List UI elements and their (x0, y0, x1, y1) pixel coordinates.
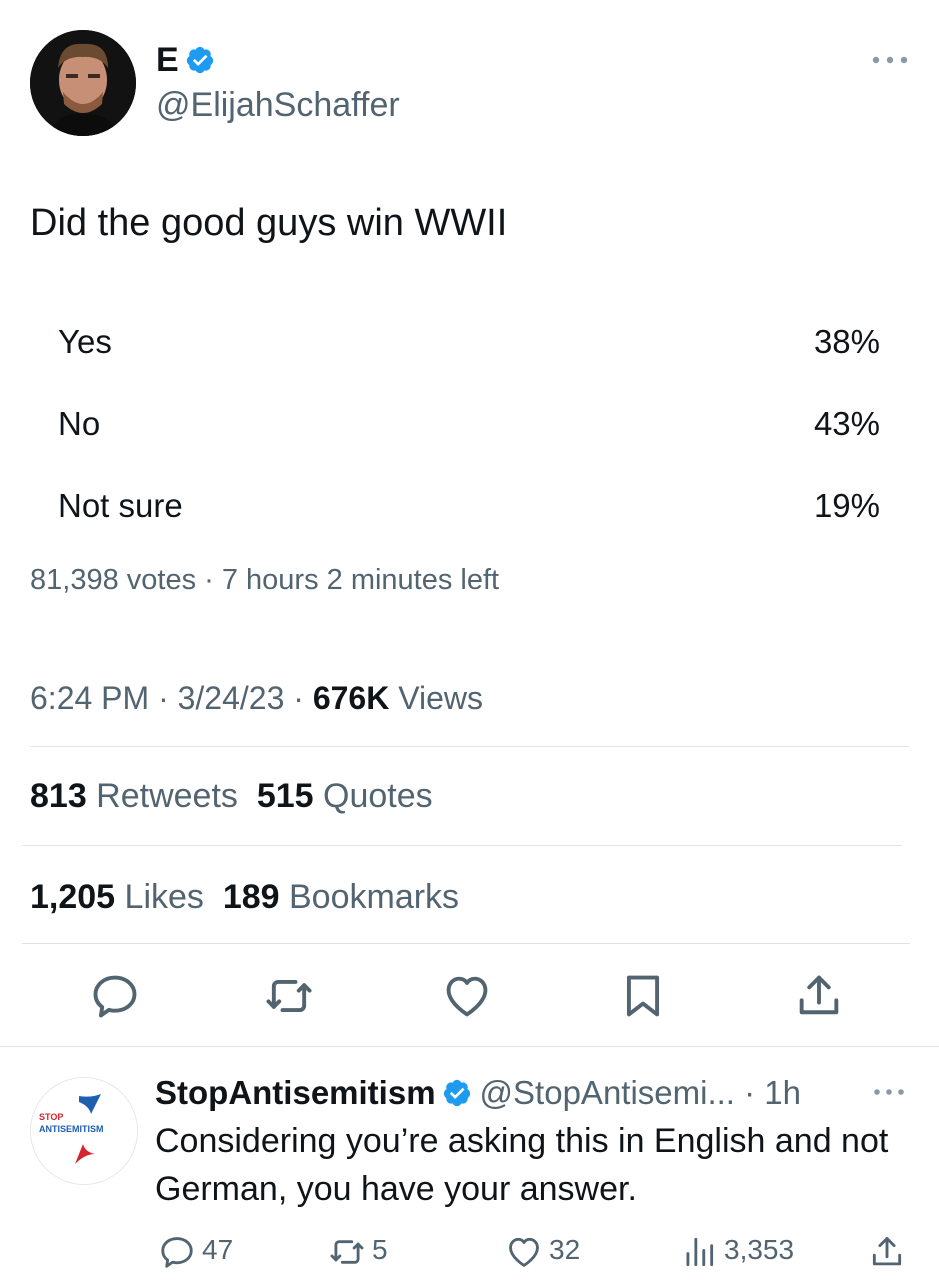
logo-text-stop: STOP (39, 1112, 64, 1122)
reply-header: StopAntisemitism @StopAntisemi... · 1h (155, 1072, 801, 1118)
bookmarks-label: Bookmarks (279, 878, 460, 916)
like-icon[interactable] (441, 970, 493, 1022)
bookmarks-stat[interactable]: 189 Bookmarks (223, 878, 459, 916)
like-bookmark-stats: 1,205 Likes 189 Bookmarks (30, 875, 459, 919)
retweets-label: Retweets (86, 777, 238, 815)
reply-views-action[interactable]: 3,353 (680, 1230, 794, 1271)
bookmark-icon[interactable] (617, 970, 669, 1022)
reply-icon (161, 1236, 193, 1268)
quotes-stat[interactable]: 515 Quotes (257, 777, 433, 815)
quotes-count: 515 (256, 777, 314, 815)
author-name[interactable]: E (156, 40, 215, 84)
retweet-icon[interactable] (263, 970, 315, 1022)
timestamp-text[interactable]: 6:24 PM · 3/24/23 · (30, 680, 313, 716)
reply-text: Considering you’re asking this in Englis… (155, 1122, 889, 1208)
likes-label: Likes (115, 878, 204, 916)
reply-retweet-action[interactable]: 5 (328, 1230, 388, 1271)
poll-option-label: Yes (58, 323, 112, 360)
logo-text-antisemitism: ANTISEMITISM (39, 1124, 104, 1134)
reply-reply-action[interactable]: 47 (158, 1230, 233, 1271)
author-handle[interactable]: @ElijahSchaffer (156, 84, 400, 126)
poll-option: Not sure 19% (30, 481, 880, 531)
retweet-icon (330, 1239, 364, 1264)
views-label: Views (389, 680, 483, 716)
verified-badge-icon (442, 1076, 472, 1118)
poll-option: No 43% (30, 399, 880, 449)
views-count: 676K (312, 680, 390, 716)
divider (22, 845, 902, 846)
likes-stat[interactable]: 1,205 Likes (30, 878, 204, 916)
retweet-quote-stats: 813 Retweets 515 Quotes (30, 774, 433, 818)
retweets-stat[interactable]: 813 Retweets (30, 777, 238, 815)
reply-author-handle[interactable]: @StopAntisemi... (480, 1074, 735, 1111)
reply-more-options-icon[interactable] (872, 1083, 906, 1101)
poll-meta: 81,398 votes · 7 hours 2 minutes left (30, 564, 500, 596)
divider (0, 1046, 939, 1047)
reply-like-action[interactable]: 32 (505, 1230, 580, 1271)
views-icon (686, 1237, 714, 1266)
likes-count: 1,205 (30, 878, 116, 916)
share-icon (872, 1236, 902, 1265)
divider (22, 943, 910, 944)
reply-retweets-count: 5 (372, 1234, 388, 1265)
poll-option-label: No (58, 405, 101, 442)
like-icon (509, 1237, 539, 1267)
author-avatar[interactable] (30, 30, 136, 136)
verified-badge-icon (185, 44, 215, 84)
poll-option-percent: 19% (813, 487, 880, 524)
share-icon[interactable] (793, 970, 845, 1022)
reply-replies-count: 47 (202, 1234, 234, 1265)
bookmarks-count: 189 (222, 878, 280, 916)
quotes-label: Quotes (313, 777, 433, 815)
reply-share-action[interactable] (868, 1230, 912, 1271)
tweet-text: Did the good guys win WWII (30, 202, 508, 244)
more-options-icon[interactable] (870, 50, 910, 70)
poll-option: Yes 38% (30, 317, 880, 367)
reply-author-avatar[interactable]: STOP ANTISEMITISM (30, 1077, 138, 1185)
retweets-count: 813 (30, 777, 87, 815)
reply-author-name[interactable]: StopAntisemitism (155, 1074, 436, 1111)
reply-icon[interactable] (89, 970, 141, 1022)
poll-option-label: Not sure (58, 487, 183, 524)
reply-time: · 1h (734, 1074, 802, 1111)
tweet-timestamp: 6:24 PM · 3/24/23 · 676K Views (30, 676, 483, 720)
poll-option-percent: 38% (813, 323, 880, 360)
reply-views-count: 3,353 (724, 1234, 795, 1265)
reply-likes-count: 32 (549, 1234, 581, 1265)
divider (30, 746, 909, 747)
poll-option-percent: 43% (813, 405, 880, 442)
author-name-text[interactable]: E (156, 41, 179, 79)
